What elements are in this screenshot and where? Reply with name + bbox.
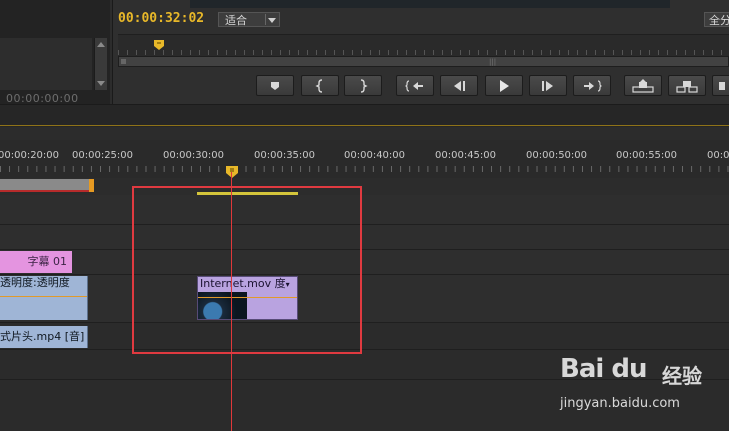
ruler-label: 00:00:0 <box>707 150 729 161</box>
video-track-3[interactable] <box>0 225 729 250</box>
ruler-label: 00:00:30:00 <box>163 150 225 161</box>
program-timecode[interactable]: 00:00:32:02 <box>118 11 204 26</box>
chevron-down-icon <box>268 18 276 23</box>
resolution-value: 全分 <box>709 14 729 27</box>
go-to-out-button[interactable] <box>573 75 611 96</box>
opacity-keyframe-line[interactable] <box>0 296 87 297</box>
extract-button[interactable] <box>668 75 706 96</box>
audio-clip[interactable]: 式片头.mp4 [音] <box>0 326 88 348</box>
ruler-label: 00:00:55:00 <box>616 150 678 161</box>
zoom-level-value: 适合 <box>225 14 247 27</box>
ruler-label: 00:00:20:00 <box>0 150 60 161</box>
work-area-line <box>0 125 729 126</box>
mark-out-icon <box>360 78 368 93</box>
scroll-handle-icon[interactable] <box>121 59 126 64</box>
monitor-playhead-icon[interactable] <box>154 40 164 50</box>
export-frame-button[interactable] <box>712 75 729 96</box>
video-track-2[interactable] <box>0 250 729 275</box>
step-forward-button[interactable] <box>529 75 567 96</box>
timeline-header <box>0 104 729 127</box>
ruler-label: 00:00:45:00 <box>435 150 497 161</box>
extract-icon <box>676 80 698 93</box>
step-back-button[interactable] <box>440 75 478 96</box>
marker-icon <box>271 81 279 90</box>
lift-icon <box>632 78 654 93</box>
resolution-select[interactable]: 全分 <box>704 12 729 27</box>
step-forward-icon <box>542 80 553 91</box>
go-to-out-icon <box>584 79 602 92</box>
select-divider <box>265 14 266 25</box>
ruler-label: 00:00:35:00 <box>254 150 316 161</box>
ruler-label: 00:00:25:00 <box>72 150 134 161</box>
mark-in-button[interactable] <box>301 75 339 96</box>
clip-opacity-label: 透明度:透明度 <box>0 276 70 289</box>
ruler-label: 00:00:40:00 <box>344 150 406 161</box>
highlight-annotation-box <box>132 186 362 354</box>
camera-icon <box>719 81 725 90</box>
zoom-level-select[interactable]: 适合 <box>218 12 280 27</box>
baidu-jingyan-watermark: Bai du 经验 jingyan.baidu.com <box>558 346 728 416</box>
project-scrollbar[interactable] <box>94 38 107 90</box>
monitor-time-ruler[interactable] <box>118 34 729 57</box>
video-clip[interactable]: 透明度:透明度 <box>0 276 88 320</box>
watermark-url: jingyan.baidu.com <box>560 396 680 411</box>
ruler-label: 00:00:50:00 <box>526 150 588 161</box>
work-area-end-handle[interactable] <box>89 179 94 192</box>
work-area-bar[interactable] <box>0 179 92 192</box>
ruler-ticks <box>118 50 729 55</box>
video-preview <box>190 0 670 8</box>
watermark-brand: Bai du <box>560 354 647 384</box>
timeline-playhead-icon[interactable] <box>226 166 238 178</box>
watermark-cn: 经验 <box>662 364 702 388</box>
video-track-4[interactable] <box>0 195 729 225</box>
add-marker-button[interactable] <box>256 75 294 96</box>
go-to-in-button[interactable] <box>396 75 434 96</box>
mark-in-icon <box>315 78 323 93</box>
play-button[interactable] <box>485 75 523 96</box>
grip-icon: ||| <box>489 58 497 66</box>
scroll-down-icon[interactable] <box>97 81 105 86</box>
ruler-ticks <box>0 166 729 172</box>
step-back-icon <box>454 80 465 91</box>
project-list[interactable] <box>0 38 92 90</box>
title-clip[interactable]: 字幕 01 <box>0 251 72 273</box>
play-icon <box>500 79 509 92</box>
lift-button[interactable] <box>624 75 662 96</box>
scroll-up-icon[interactable] <box>97 42 105 47</box>
monitor-zoom-scrollbar[interactable]: ||| <box>118 56 729 67</box>
go-to-in-icon <box>405 79 423 92</box>
mark-out-button[interactable] <box>344 75 382 96</box>
video-track-1[interactable] <box>0 275 729 323</box>
